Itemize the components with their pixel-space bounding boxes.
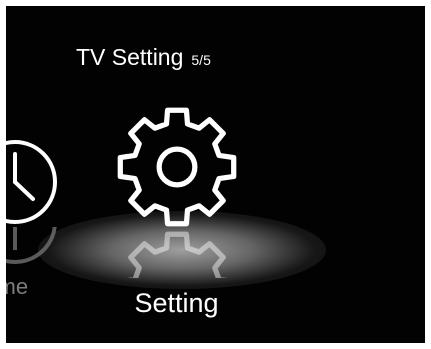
gear-reflection: [114, 228, 240, 278]
carousel-item-setting-label: Setting: [134, 288, 219, 318]
tv-menu-screen: TV Setting 5/5 Time Setting: [6, 6, 425, 343]
carousel-item-time-label: Time: [6, 274, 29, 299]
gear-icon: [117, 107, 237, 227]
page-title: TV Setting: [76, 44, 184, 70]
clock-icon: [6, 140, 57, 224]
menu-title: TV Setting 5/5: [76, 44, 211, 71]
page-counter: 5/5: [191, 52, 211, 68]
